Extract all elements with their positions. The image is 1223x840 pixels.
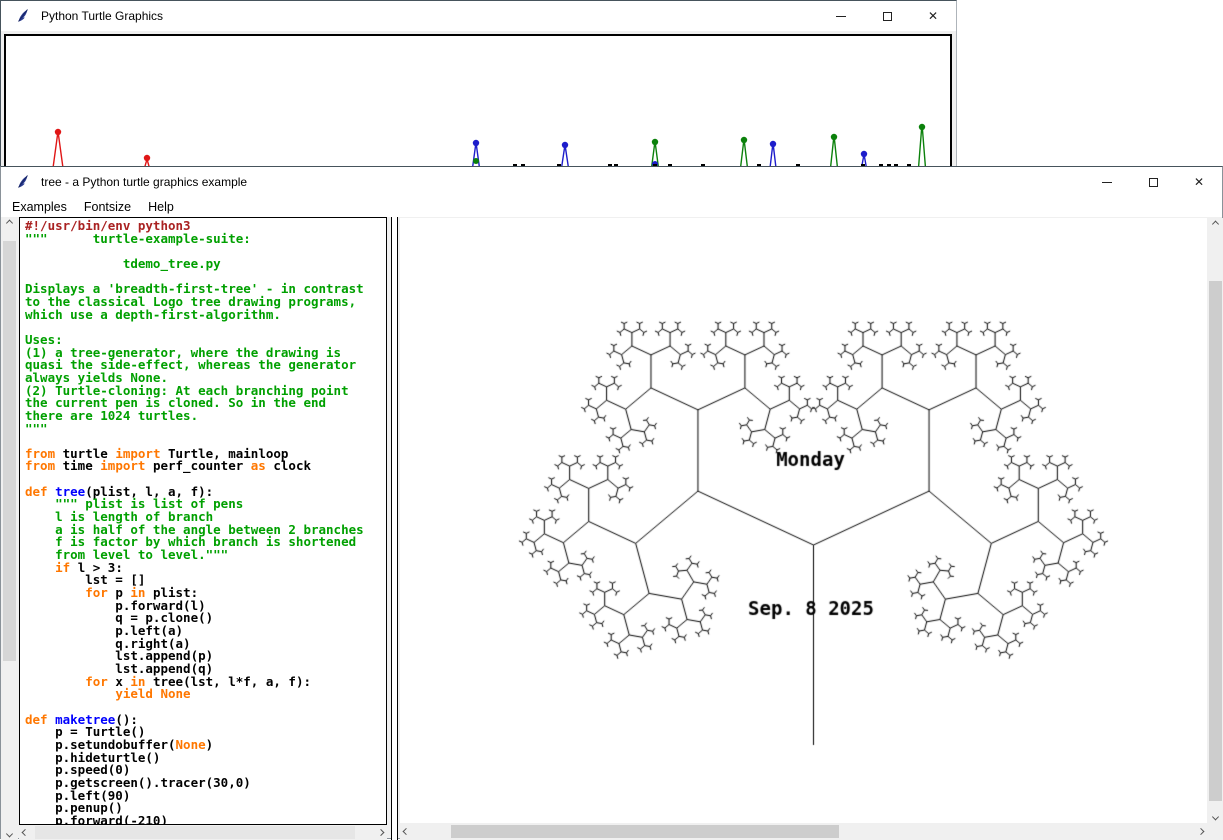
close-icon: ✕ — [928, 10, 938, 22]
scrollbar-corner — [1207, 823, 1223, 840]
scroll-right-arrow-icon[interactable] — [372, 825, 387, 840]
code-horizontal-scrollbar[interactable] — [19, 825, 387, 840]
bg-turtle-figures — [6, 36, 950, 167]
bg-maximize-button[interactable] — [864, 1, 910, 31]
code-line: tdemo_tree.py — [25, 258, 386, 271]
fg-close-button[interactable]: ✕ — [1176, 167, 1222, 197]
minimize-icon — [1102, 182, 1112, 183]
fg-titlebar[interactable]: tree - a Python turtle graphics example … — [1, 167, 1222, 197]
scroll-up-arrow-icon[interactable] — [1, 217, 18, 232]
maximize-icon — [1149, 178, 1158, 187]
minimize-icon — [836, 16, 846, 17]
code-line: from time import perf_counter as clock — [25, 460, 386, 473]
code-line: """ turtle-example-suite: — [25, 233, 386, 246]
code-line: there are 1024 turtles. — [25, 410, 386, 423]
menu-item-help[interactable]: Help — [142, 198, 180, 216]
tree-demo-window: tree - a Python turtle graphics example … — [0, 166, 1223, 839]
canvas-vscroll-thumb[interactable] — [1209, 281, 1222, 801]
bg-window-title: Python Turtle Graphics — [41, 9, 163, 23]
turtle-canvas — [400, 218, 1207, 823]
bg-minimize-button[interactable] — [818, 1, 864, 31]
menu-bar: Examples Fontsize Help — [1, 197, 1222, 217]
code-vscroll-thumb[interactable] — [3, 241, 16, 661]
bg-window-controls: ✕ — [818, 1, 956, 31]
tk-feather-icon — [15, 8, 31, 24]
close-icon: ✕ — [1194, 176, 1204, 188]
canvas-hscroll-thumb[interactable] — [451, 825, 839, 838]
code-line: which use a depth-first-algorithm. — [25, 309, 386, 322]
scroll-down-arrow-icon[interactable] — [1207, 808, 1223, 823]
bg-turtle-canvas — [4, 34, 952, 174]
scroll-right-arrow-icon[interactable] — [1192, 823, 1207, 840]
menu-item-examples[interactable]: Examples — [6, 198, 73, 216]
code-line: """ — [25, 423, 386, 436]
code-line: p.forward(-210) — [25, 815, 386, 825]
fg-maximize-button[interactable] — [1130, 167, 1176, 197]
fg-window-controls: ✕ — [1084, 167, 1222, 197]
maximize-icon — [883, 12, 892, 21]
canvas-vertical-scrollbar[interactable] — [1207, 218, 1223, 823]
code-viewer[interactable]: #!/usr/bin/env python3""" turtle-example… — [19, 217, 387, 825]
pane-divider[interactable] — [391, 217, 398, 840]
menu-item-fontsize[interactable]: Fontsize — [78, 198, 137, 216]
scroll-left-arrow-icon[interactable] — [400, 823, 415, 840]
bg-titlebar[interactable]: Python Turtle Graphics ✕ — [1, 1, 956, 31]
code-hscroll-thumb[interactable] — [35, 826, 355, 839]
scroll-down-arrow-icon[interactable] — [1, 825, 18, 840]
code-line: yield None — [25, 688, 386, 701]
canvas-horizontal-scrollbar[interactable] — [400, 823, 1207, 840]
fg-minimize-button[interactable] — [1084, 167, 1130, 197]
tk-feather-icon — [15, 174, 31, 190]
bg-close-button[interactable]: ✕ — [910, 1, 956, 31]
code-line — [25, 321, 386, 334]
scroll-left-arrow-icon[interactable] — [19, 825, 34, 840]
code-vertical-scrollbar[interactable] — [1, 217, 18, 840]
fg-window-title: tree - a Python turtle graphics example — [41, 175, 247, 189]
scroll-up-arrow-icon[interactable] — [1207, 218, 1223, 233]
